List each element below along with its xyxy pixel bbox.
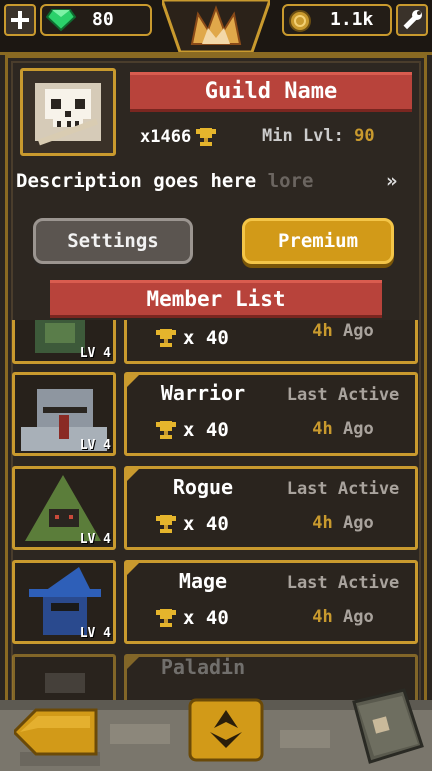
list-item[interactable]: LV 4 Mage x 40 Last Active 4h Ago <box>12 560 418 644</box>
member-list[interactable]: LV 4 x 40 4h Ago LV 4 Warrior x 40 Last … <box>8 320 422 712</box>
member-info-card: x 40 4h Ago <box>124 320 418 364</box>
settings-wrench-button[interactable] <box>396 4 428 36</box>
gem-icon <box>46 9 76 32</box>
guild-description: Description goes here lore » <box>16 170 397 192</box>
guild-crest-icon <box>162 0 270 52</box>
member-trophies: x 40 <box>155 607 229 629</box>
member-last-active-time: 4h Ago <box>273 419 413 439</box>
member-name: Paladin <box>160 655 246 679</box>
ago-number: 4h <box>312 321 333 341</box>
member-trophies: x 40 <box>155 513 229 535</box>
trophy-icon <box>156 421 176 439</box>
add-button[interactable] <box>4 4 36 36</box>
top-bar: 80 1.1k <box>0 0 432 55</box>
ago-word: Ago <box>343 513 374 533</box>
list-item[interactable]: LV 4 Warrior x 40 Last Active 4h Ago <box>12 372 418 456</box>
member-trophy-count: x 40 <box>183 327 229 349</box>
book-icon[interactable] <box>344 688 424 766</box>
guild-screen: 80 1.1k Guild Name x1466 Min Lvl: 90 Des… <box>0 0 432 771</box>
settings-button[interactable]: Settings <box>33 218 193 264</box>
member-trophy-count: x 40 <box>183 419 229 441</box>
member-last-active-time: 4h Ago <box>273 321 413 341</box>
member-level: LV 4 <box>79 438 111 453</box>
trophy-icon <box>156 609 176 627</box>
back-arrow-button[interactable] <box>14 708 98 756</box>
last-active-label: Last Active <box>286 385 400 405</box>
trophy-icon <box>156 329 176 347</box>
min-level-label: Min Lvl: <box>262 126 344 146</box>
member-trophies: x 40 <box>155 327 229 349</box>
member-avatar: LV 4 <box>12 320 116 364</box>
expand-description-button[interactable]: » <box>386 170 397 192</box>
member-last-active-time: 4h Ago <box>273 607 413 627</box>
member-avatar: LV 4 <box>12 560 116 644</box>
ago-word: Ago <box>343 607 374 627</box>
gems-value: 80 <box>92 9 114 30</box>
guild-trophies: x1466 <box>140 126 217 148</box>
ago-number: 4h <box>312 419 333 439</box>
list-item[interactable]: LV 4 x 40 4h Ago <box>12 320 418 364</box>
member-name: Mage <box>178 569 228 593</box>
member-avatar: LV 4 <box>12 466 116 550</box>
member-level: LV 4 <box>79 532 111 547</box>
member-info-card: Mage x 40 Last Active 4h Ago <box>124 560 418 644</box>
description-fade-text: lore <box>267 170 314 192</box>
last-active-label: Last Active <box>286 479 400 499</box>
member-list-banner: Member List <box>50 280 382 318</box>
member-trophy-count: x 40 <box>183 513 229 535</box>
member-info-card: Rogue x 40 Last Active 4h Ago <box>124 466 418 550</box>
guild-name: Guild Name <box>204 79 338 104</box>
plus-icon <box>11 11 29 29</box>
member-level: LV 4 <box>79 626 111 641</box>
member-level: LV 4 <box>79 346 111 361</box>
settings-label: Settings <box>67 230 159 252</box>
wrench-icon <box>403 10 422 30</box>
skull-crossbones-icon <box>35 83 101 146</box>
member-name: Warrior <box>160 381 246 405</box>
guild-trophy-count: x1466 <box>140 127 192 147</box>
ago-number: 4h <box>312 513 333 533</box>
coin-icon <box>289 10 311 32</box>
guild-name-banner: Guild Name <box>130 72 412 112</box>
coins-value: 1.1k <box>330 9 374 30</box>
min-level: Min Lvl: 90 <box>262 126 375 146</box>
gems-counter: 80 <box>40 4 152 36</box>
ago-word: Ago <box>343 321 374 341</box>
description-text: Description goes here <box>16 170 268 192</box>
member-name: Rogue <box>172 475 234 499</box>
member-trophies: x 40 <box>155 419 229 441</box>
member-last-active-time: 4h Ago <box>273 513 413 533</box>
list-item[interactable]: LV 4 Rogue x 40 Last Active 4h Ago <box>12 466 418 550</box>
member-avatar: LV 4 <box>12 372 116 456</box>
trophy-icon <box>196 128 217 146</box>
min-level-value: 90 <box>354 126 375 146</box>
guild-emblem <box>20 68 116 156</box>
last-active-label: Last Active <box>286 573 400 593</box>
coins-counter: 1.1k <box>282 4 392 36</box>
member-list-title: Member List <box>146 287 286 311</box>
trophy-icon <box>156 515 176 533</box>
ago-word: Ago <box>343 419 374 439</box>
ago-number: 4h <box>312 607 333 627</box>
member-info-card: Warrior x 40 Last Active 4h Ago <box>124 372 418 456</box>
premium-label: Premium <box>277 230 359 252</box>
premium-button[interactable]: Premium <box>242 218 394 264</box>
member-trophy-count: x 40 <box>183 607 229 629</box>
home-button[interactable] <box>188 698 264 762</box>
